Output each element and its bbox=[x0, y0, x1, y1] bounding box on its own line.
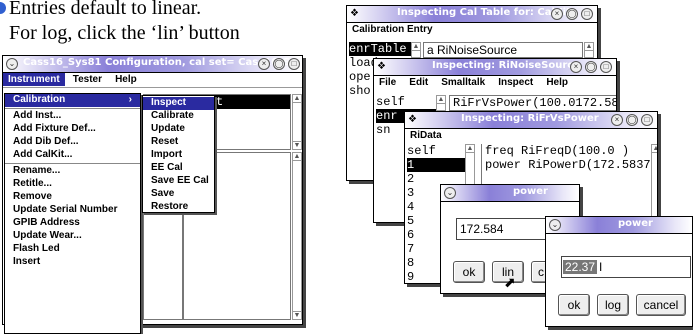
menu-item-insert[interactable]: Insert bbox=[5, 256, 140, 269]
cal-table-menubar: Calibration Entry bbox=[347, 23, 597, 38]
menu-tester[interactable]: Tester bbox=[68, 73, 107, 86]
menu-file[interactable]: File bbox=[374, 76, 401, 89]
close-icon[interactable]: □ bbox=[288, 58, 300, 70]
caption-line2: For log, click the ‘lin’ button bbox=[9, 22, 240, 44]
noise-source-titlebar[interactable]: ❖ Inspecting: RiNoiseSource × ◯ □ bbox=[374, 59, 616, 76]
submenu-item-save-ee-cal[interactable]: Save EE Cal bbox=[143, 175, 214, 188]
text-cursor-icon: I bbox=[599, 260, 603, 274]
minimize-icon[interactable]: × bbox=[611, 114, 623, 126]
power-dialog-lin-title: power bbox=[513, 186, 548, 197]
menu-item-remove[interactable]: Remove bbox=[5, 191, 140, 204]
frvs-power-menubar: RiData bbox=[405, 129, 657, 144]
configuration-title: Cass16_Sys81 Configuration, cal set= Cas… bbox=[23, 57, 297, 68]
menu-calibration-entry[interactable]: Calibration Entry bbox=[347, 23, 438, 36]
window-menu-icon[interactable]: ⌄ bbox=[549, 219, 561, 231]
menu-item-retitle[interactable]: Retitle... bbox=[5, 178, 140, 191]
maximize-icon[interactable]: ◯ bbox=[273, 58, 285, 70]
mouse-pointer-icon: ⬈ bbox=[504, 274, 516, 290]
menu-item-add-dib-def[interactable]: Add Dib Def... bbox=[5, 136, 140, 149]
menu-inspect[interactable]: Inspect bbox=[493, 76, 538, 89]
list-item[interactable]: 1 bbox=[407, 158, 465, 172]
list-item[interactable]: self bbox=[407, 144, 465, 158]
power-dialog-log-title: power bbox=[618, 218, 653, 229]
inspector-logo-icon: ❖ bbox=[408, 114, 417, 125]
caption-bullet bbox=[0, 2, 6, 14]
menu-help[interactable]: Help bbox=[110, 73, 142, 86]
submenu-item-import[interactable]: Import bbox=[143, 149, 214, 162]
minimize-icon[interactable]: × bbox=[570, 61, 582, 73]
submenu-item-save[interactable]: Save bbox=[143, 188, 214, 201]
submenu-arrow-icon: › bbox=[128, 94, 132, 105]
inspector-logo-icon: ❖ bbox=[377, 61, 386, 72]
menu-ridata[interactable]: RiData bbox=[405, 129, 447, 142]
menu-item-calibration[interactable]: Calibration › bbox=[5, 94, 140, 107]
minimize-icon[interactable]: × bbox=[258, 58, 270, 70]
submenu-item-update[interactable]: Update bbox=[143, 123, 214, 136]
submenu-item-ee-cal[interactable]: EE Cal bbox=[143, 162, 214, 175]
selected-text: 22.37 bbox=[563, 260, 598, 274]
cal-table-list-scrollbar[interactable]: ▲ bbox=[411, 42, 421, 58]
calibration-submenu: Inspect Calibrate Update Reset Import EE… bbox=[142, 95, 215, 213]
caption-line1: Entries default to linear. bbox=[9, 0, 202, 19]
menu-item-add-inst[interactable]: Add Inst... bbox=[5, 110, 140, 123]
list-item[interactable]: enrTable bbox=[349, 42, 411, 56]
configuration-titlebar[interactable]: ⌄ Cass16_Sys81 Configuration, cal set= C… bbox=[3, 56, 302, 73]
power-dialog-lin-titlebar[interactable]: ⌄ power bbox=[441, 185, 579, 202]
close-icon[interactable]: □ bbox=[581, 8, 593, 20]
detail-scrollbar[interactable]: ▲ ▼ bbox=[292, 152, 302, 320]
submenu-item-restore[interactable]: Restore bbox=[143, 201, 214, 214]
menu-item-rename[interactable]: Rename... bbox=[5, 165, 140, 178]
menu-item-update-serial-number[interactable]: Update Serial Number bbox=[5, 204, 140, 217]
submenu-item-reset[interactable]: Reset bbox=[143, 136, 214, 149]
window-menu-icon[interactable]: ⌄ bbox=[6, 58, 18, 70]
window-menu-icon[interactable]: ⌄ bbox=[444, 187, 456, 199]
noise-source-menubar: File Edit Smalltalk Inspect Help bbox=[374, 76, 616, 91]
ok-button[interactable]: ok bbox=[558, 294, 590, 316]
menu-item-gpib-address[interactable]: GPIB Address bbox=[5, 217, 140, 230]
noise-source-list-scrollbar[interactable]: ▲ bbox=[436, 95, 446, 111]
menu-item-add-calkit[interactable]: Add CalKit... bbox=[5, 149, 140, 162]
noise-source-value[interactable]: RiFrVsPower(100.0172.58 bbox=[449, 95, 616, 111]
minimize-icon[interactable]: × bbox=[551, 8, 563, 20]
menu-item-update-wear[interactable]: Update Wear... bbox=[5, 230, 140, 243]
menu-instrument[interactable]: Instrument bbox=[3, 73, 65, 86]
close-icon[interactable]: □ bbox=[600, 61, 612, 73]
submenu-item-inspect[interactable]: Inspect bbox=[143, 97, 214, 110]
configuration-menubar: Instrument Tester Help bbox=[3, 73, 302, 88]
maximize-icon[interactable]: ◯ bbox=[566, 8, 578, 20]
list-scrollbar[interactable]: ▲ ▼ bbox=[292, 94, 302, 150]
cal-table-value-scrollbar[interactable]: ▲ bbox=[584, 42, 594, 58]
menu-divider bbox=[5, 163, 140, 164]
menu-divider bbox=[5, 108, 140, 109]
menu-smalltalk[interactable]: Smalltalk bbox=[436, 76, 490, 89]
close-icon[interactable]: □ bbox=[641, 114, 653, 126]
cal-table-titlebar[interactable]: ❖ Inspecting Cal Table for: CalKit × ◯ □ bbox=[347, 6, 597, 23]
list-item[interactable]: self bbox=[376, 95, 436, 109]
menu-item-add-fixture-def[interactable]: Add Fixture Def... bbox=[5, 123, 140, 136]
noise-source-title: Inspecting: RiNoiseSource bbox=[432, 60, 580, 71]
frvs-power-title: Inspecting: RiFrVsPower bbox=[461, 113, 599, 124]
value-row-freq[interactable]: freq RiFreqD(100.0 ) bbox=[482, 144, 651, 158]
inspector-logo-icon: ❖ bbox=[350, 8, 359, 19]
cancel-button[interactable]: cancel bbox=[636, 294, 686, 316]
value-row-power[interactable]: power RiPowerD(172.5837 bbox=[482, 158, 651, 172]
power-value-input[interactable]: 22.37 I bbox=[561, 256, 691, 278]
frvs-power-titlebar[interactable]: ❖ Inspecting: RiFrVsPower × ◯ □ bbox=[405, 112, 657, 129]
ok-button[interactable]: ok bbox=[453, 261, 485, 283]
menu-edit[interactable]: Edit bbox=[404, 76, 433, 89]
power-dialog-log: ⌄ power 22.37 I ok log cancel bbox=[545, 216, 693, 327]
power-dialog-log-titlebar[interactable]: ⌄ power bbox=[546, 217, 692, 234]
maximize-icon[interactable]: ◯ bbox=[585, 61, 597, 73]
submenu-item-calibrate[interactable]: Calibrate bbox=[143, 110, 214, 123]
instrument-menu: Calibration › Add Inst... Add Fixture Def… bbox=[4, 93, 141, 334]
cal-table-value[interactable]: a RiNoiseSource bbox=[423, 42, 583, 58]
maximize-icon[interactable]: ◯ bbox=[626, 114, 638, 126]
menu-help[interactable]: Help bbox=[541, 76, 573, 89]
log-button[interactable]: log bbox=[597, 294, 629, 316]
cal-table-title: Inspecting Cal Table for: CalKit bbox=[397, 7, 571, 18]
menu-item-flash-led[interactable]: Flash Led bbox=[5, 243, 140, 256]
